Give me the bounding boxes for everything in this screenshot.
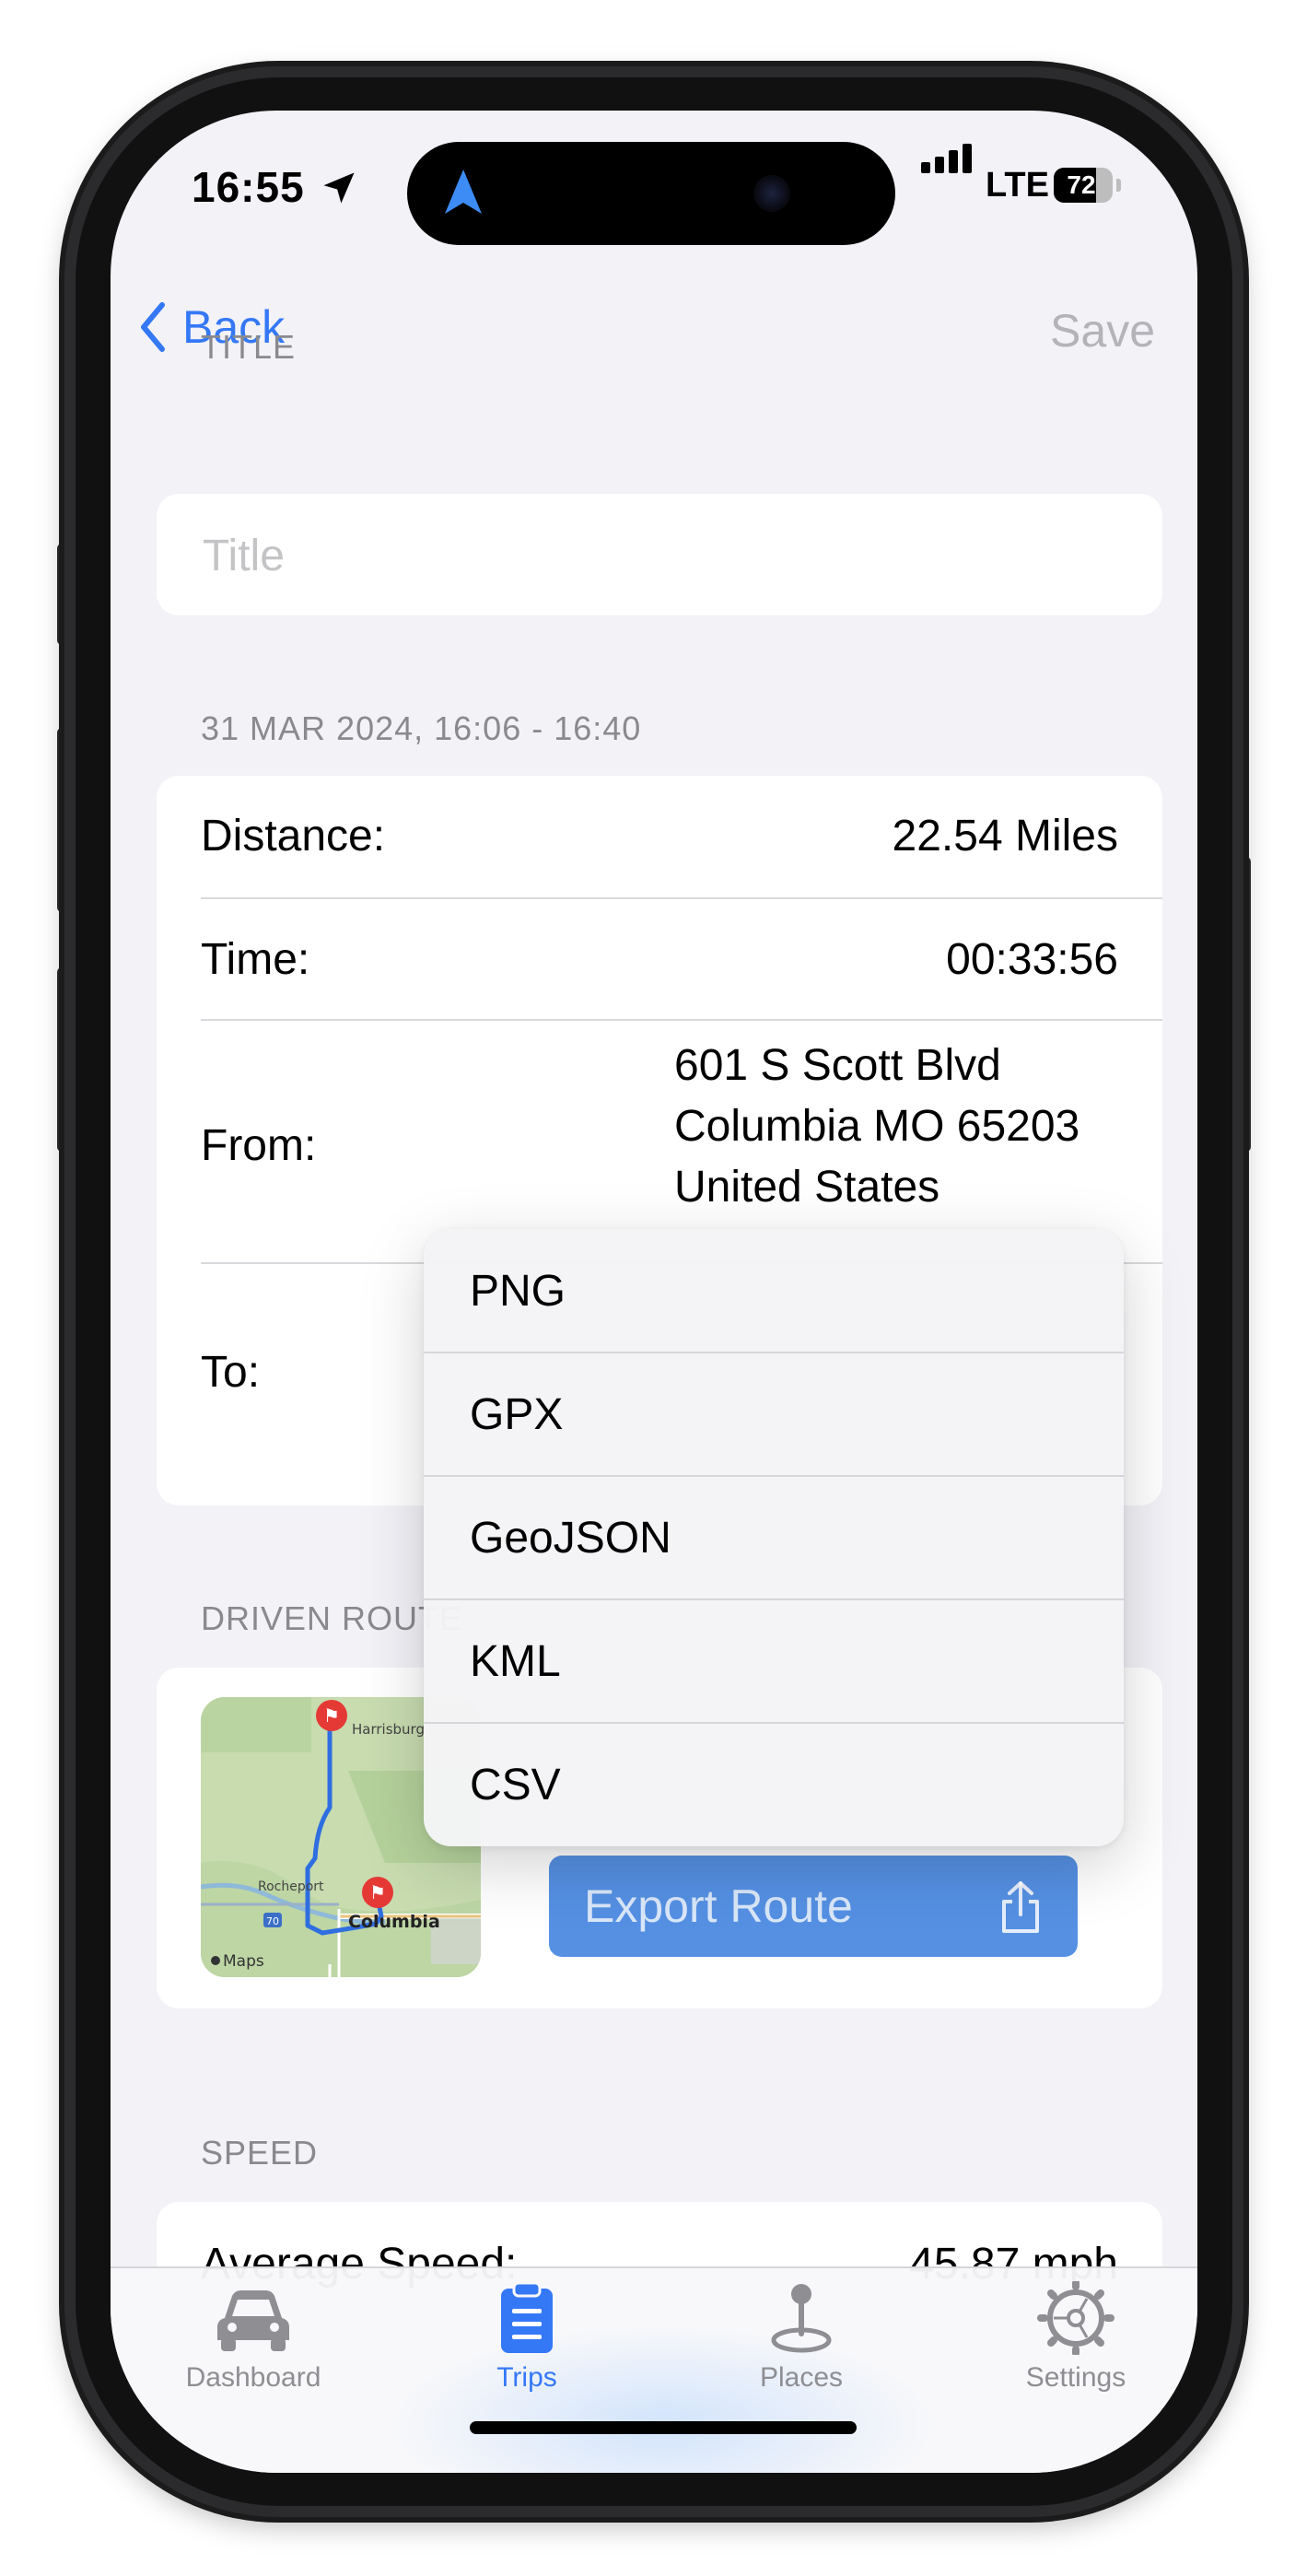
battery-tip [1116,179,1121,192]
menu-item-csv[interactable]: CSV [424,1723,1124,1846]
from-address-line: 601 S Scott Blvd [674,1041,1001,1090]
tab-label-dashboard: Dashboard [185,2362,321,2393]
map-label-harrisburg: Harrisburg [352,1721,425,1738]
map-label-rocheport: Rocheport [258,1879,324,1894]
battery-percentage: 72 [1067,170,1096,199]
distance-value: 22.54 Miles [892,812,1118,861]
to-label: To: [201,1348,261,1397]
row-divider [201,897,1162,899]
speed-section-header: SPEED [201,2134,319,2172]
tab-settings[interactable]: Settings [965,2281,1186,2419]
time-value: 00:33:56 [946,935,1118,984]
time-label: Time: [201,935,310,984]
navigation-arrow-icon [445,170,482,214]
location-arrow-icon [323,172,355,204]
share-icon [1002,1881,1039,1933]
tab-label-trips: Trips [496,2362,557,2393]
trip-date-header: 31 MAR 2024, 16:06 - 16:40 [201,709,642,747]
title-card [157,494,1162,615]
map-label-columbia: Columbia [348,1912,440,1932]
from-label: From: [201,1121,317,1170]
title-section-header: TITLE [201,328,297,366]
tab-places[interactable]: Places [691,2281,912,2419]
svg-text:⚑: ⚑ [323,1704,340,1727]
tab-label-places: Places [759,2362,844,2393]
map-highway-shield: 70 [266,1915,279,1927]
network-type: LTE [986,166,1049,205]
tab-label-settings: Settings [1025,2362,1126,2393]
from-row: From: 601 S Scott Blvd Columbia MO 65203… [201,1036,1118,1257]
save-button[interactable]: Save [1050,304,1155,357]
chevron-left-icon [141,302,165,352]
pin-icon [771,2284,832,2353]
menu-item-png[interactable]: PNG [424,1229,1124,1352]
from-address-line: United States [674,1163,940,1212]
from-address: 601 S Scott Blvd Columbia MO 65203 Unite… [674,1036,1118,1218]
export-route-button[interactable]: Export Route [549,1856,1078,1957]
screen: 16:55 LTE 72 Back Save TITLE 31 MAR 2024… [111,111,1197,2473]
export-format-menu: PNG GPX GeoJSON KML CSV [424,1229,1124,1846]
home-indicator[interactable] [470,2421,857,2434]
battery-icon: 72 [1054,168,1113,203]
time-row: Time: 00:33:56 [201,934,1118,999]
gear-icon [1037,2281,1114,2355]
title-input[interactable] [201,494,1126,615]
car-icon [217,2290,289,2351]
menu-item-geojson[interactable]: GeoJSON [424,1476,1124,1599]
distance-row: Distance: 22.54 Miles [201,811,1118,875]
tab-bar: Dashboard Trips Places Settings [111,2266,1197,2473]
dynamic-island [407,142,895,245]
status-time: 16:55 [192,163,305,211]
front-camera [753,175,790,212]
menu-item-gpx[interactable]: GPX [424,1352,1124,1476]
row-divider [201,1019,1162,1021]
tab-trips[interactable]: Trips [416,2281,637,2419]
menu-item-kml[interactable]: KML [424,1599,1124,1723]
tab-dashboard[interactable]: Dashboard [143,2281,364,2419]
distance-label: Distance: [201,812,386,861]
from-address-line: Columbia MO 65203 [674,1102,1080,1151]
map-attribution: Maps [223,1952,264,1971]
svg-text:⚑: ⚑ [369,1881,386,1903]
export-route-label: Export Route [584,1880,853,1932]
clipboard-icon [501,2281,553,2353]
